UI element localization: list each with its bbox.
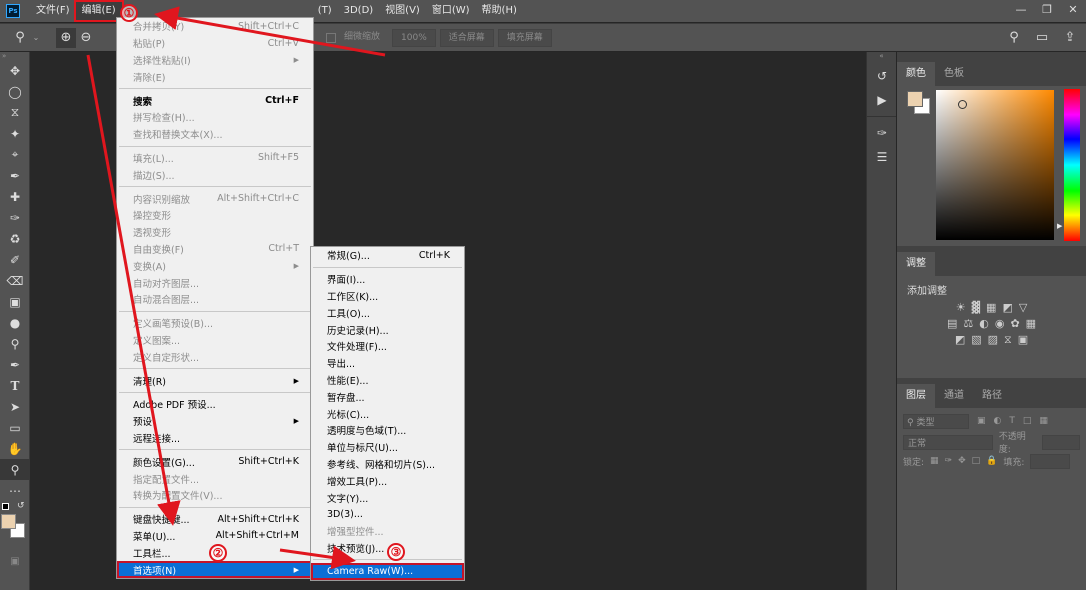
annotation-badge-1: ① [120, 4, 138, 22]
arrow-to-preferences [86, 54, 181, 526]
annotation-arrows [86, 6, 386, 570]
annotation-badge-2: ② [209, 544, 227, 562]
arrow-to-camera-raw [279, 545, 356, 570]
arrow-to-edit-menu [154, 6, 386, 57]
annotation-badge-3: ③ [387, 543, 405, 561]
